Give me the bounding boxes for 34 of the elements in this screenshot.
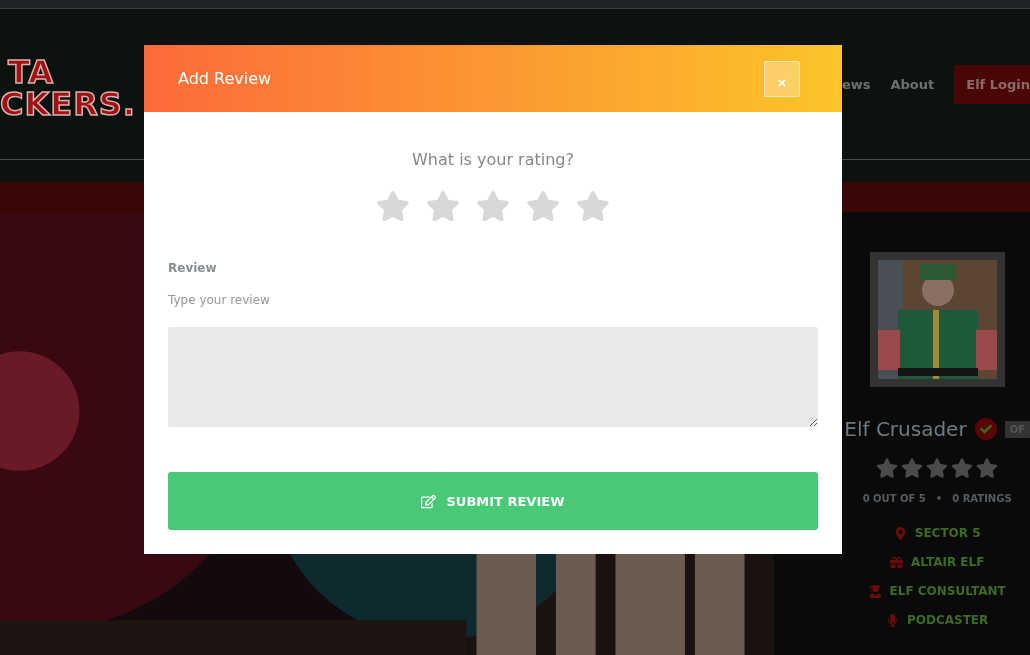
rating-question: What is your rating? [412, 150, 574, 169]
gift-icon [889, 555, 903, 569]
rating-count: 0 RATINGS [952, 493, 1012, 504]
submit-button[interactable]: SUBMIT REVIEW [168, 472, 818, 530]
star-icon[interactable] [376, 189, 410, 223]
profile-detail: ALTAIR ELF [910, 555, 985, 569]
graduate-icon [868, 584, 882, 598]
login-button[interactable]: Elf Login [954, 64, 1030, 104]
star-icon [951, 457, 974, 479]
nav-link[interactable]: ews [841, 76, 871, 92]
logo-text: TA [8, 56, 56, 88]
star-icon [976, 457, 999, 479]
star-icon [926, 457, 949, 479]
review-field[interactable] [168, 327, 818, 427]
rating-score: 0 OUT OF 5 [862, 493, 926, 504]
star-icon[interactable] [526, 189, 560, 223]
review-hint: Type your review [168, 293, 271, 307]
edit-icon [421, 493, 437, 509]
review-label: Review [168, 261, 218, 275]
profile-detail: PODCASTER [907, 613, 989, 627]
microphone-icon [886, 613, 899, 627]
profile-detail: ELF CONSULTANT [889, 584, 1006, 598]
separator-dot: • [935, 493, 943, 504]
star-icon[interactable] [476, 189, 510, 223]
star-icon [876, 457, 899, 479]
nav-link[interactable]: About [890, 76, 935, 92]
logo-text: CKERS. [0, 88, 136, 120]
star-icon[interactable] [576, 189, 610, 223]
star-icon [901, 457, 924, 479]
star-icon[interactable] [426, 189, 460, 223]
dialog-title: Add Review [178, 69, 272, 88]
profile-detail: SECTOR 5 [914, 526, 981, 540]
location-icon [893, 526, 907, 540]
profile-name: Elf Crusader [844, 417, 967, 441]
